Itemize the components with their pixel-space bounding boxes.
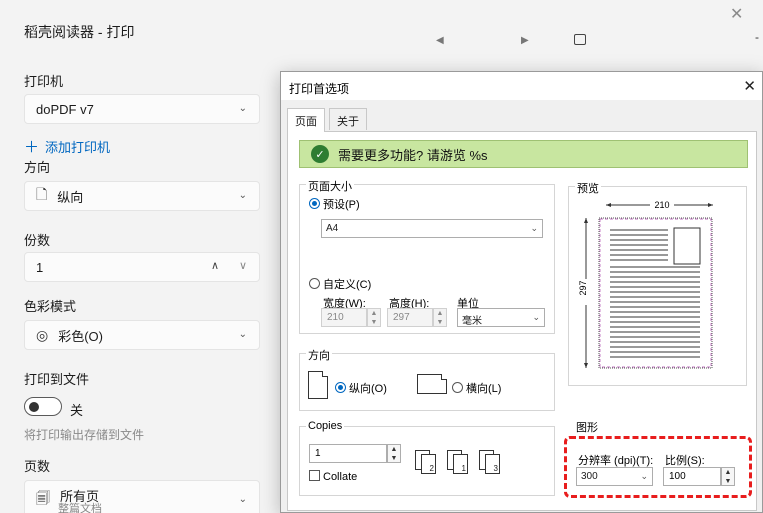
collate-checkbox[interactable]: Collate bbox=[309, 470, 357, 483]
color-mode-select[interactable]: ◎ 彩色(O) ⌄ bbox=[24, 320, 260, 350]
dialog-titlebar: 打印首选项 ✕ bbox=[281, 72, 762, 100]
landscape-label: 横向(L) bbox=[466, 383, 502, 395]
unit-select[interactable]: 毫米 ⌄ bbox=[457, 308, 545, 327]
page-preview: 210 297 bbox=[578, 198, 713, 369]
preview-width-dim: 210 bbox=[654, 200, 669, 210]
preset-select[interactable]: A4 ⌄ bbox=[321, 219, 543, 238]
height-input[interactable]: 297 bbox=[387, 308, 433, 327]
leaf-logo-icon: ✓ bbox=[311, 145, 329, 163]
print-to-file-toggle[interactable] bbox=[24, 397, 62, 416]
orientation-label: 方向 bbox=[24, 160, 51, 175]
copy-page: 1 bbox=[453, 454, 468, 474]
red-dashed-highlight bbox=[564, 436, 752, 498]
page-icon: 🗋 bbox=[36, 186, 48, 202]
collate-label: Collate bbox=[323, 471, 358, 483]
landscape-page-icon bbox=[417, 374, 447, 394]
dialog-title: 打印首选项 bbox=[289, 82, 350, 96]
chevron-down-icon: ⌄ bbox=[532, 312, 540, 322]
orientation-value: 纵向 bbox=[57, 189, 84, 205]
printer-label: 打印机 bbox=[24, 74, 64, 89]
plus-icon: ＋ bbox=[24, 139, 40, 156]
pages-label: 页数 bbox=[24, 459, 51, 474]
print-to-file-hint: 将打印输出存储到文件 bbox=[24, 428, 145, 442]
copies-stepper[interactable]: 1 ∧ ∨ bbox=[24, 252, 260, 282]
toggle-state: 关 bbox=[70, 403, 84, 418]
print-to-file-label: 打印到文件 bbox=[24, 372, 90, 387]
preset-radio[interactable]: 预设(P) bbox=[309, 196, 360, 212]
width-input[interactable]: 210 bbox=[321, 308, 367, 327]
chevron-down-icon: ⌄ bbox=[238, 329, 247, 340]
window-title: 稻壳阅读器 - 打印 bbox=[24, 24, 135, 40]
next-page-icon[interactable]: ▶ bbox=[521, 35, 529, 46]
copies-value: 1 bbox=[36, 259, 44, 275]
orientation-title: 方向 bbox=[306, 347, 332, 363]
printer-select[interactable]: doPDF v7 ⌄ bbox=[24, 94, 260, 124]
custom-label: 自定义(C) bbox=[323, 279, 372, 291]
chevron-up-icon[interactable]: ∧ bbox=[211, 259, 219, 272]
width-spinner[interactable]: ▲ ▼ bbox=[367, 308, 381, 327]
close-icon[interactable]: ✕ bbox=[730, 4, 743, 24]
add-printer-label: 添加打印机 bbox=[45, 140, 111, 155]
banner-text: 需要更多功能? 请游览 %s bbox=[338, 147, 488, 163]
portrait-label: 纵向(O) bbox=[349, 383, 387, 395]
chevron-down-icon: ⌄ bbox=[530, 223, 538, 233]
unit-value: 毫米 bbox=[462, 316, 482, 327]
color-mode-label: 色彩模式 bbox=[24, 299, 77, 314]
chevron-down-icon: ⌄ bbox=[238, 494, 247, 505]
chevron-down-icon[interactable]: ∨ bbox=[239, 259, 247, 272]
orientation-select[interactable]: 🗋 纵向 ⌄ bbox=[24, 181, 260, 211]
portrait-radio[interactable]: 纵向(O) bbox=[335, 380, 387, 396]
tab-page[interactable]: 页面 bbox=[287, 108, 325, 132]
prev-page-icon[interactable]: ◀ bbox=[436, 35, 444, 46]
preset-value: A4 bbox=[326, 223, 339, 234]
graphics-title: 图形 bbox=[574, 419, 600, 435]
copy-page: 2 bbox=[421, 454, 436, 474]
page-size-title: 页面大小 bbox=[306, 178, 354, 194]
preview-height-dim: 297 bbox=[578, 280, 588, 295]
preset-label: 预设(P) bbox=[323, 199, 360, 211]
height-spinner[interactable]: ▲ ▼ bbox=[433, 308, 447, 327]
portrait-page-icon bbox=[308, 371, 328, 399]
upgrade-banner[interactable]: ✓ 需要更多功能? 请游览 %s bbox=[299, 140, 748, 168]
custom-radio[interactable]: 自定义(C) bbox=[309, 276, 371, 292]
print-preferences-dialog: 打印首选项 ✕ 页面 关于 ✓ 需要更多功能? 请游览 %s 页面大小 预设(P… bbox=[280, 71, 763, 513]
close-icon[interactable]: ✕ bbox=[743, 77, 756, 95]
pages-subtext: 整篇文档 bbox=[58, 503, 102, 513]
fit-page-icon[interactable] bbox=[574, 34, 586, 45]
copies-title: Copies bbox=[306, 420, 345, 432]
chevron-down-icon: ⌄ bbox=[238, 190, 247, 201]
document-icon: 🗐 bbox=[36, 490, 50, 506]
printer-value: doPDF v7 bbox=[36, 101, 94, 117]
copies-spinner[interactable]: ▲ ▼ bbox=[387, 444, 401, 463]
truncated-text: - bbox=[755, 30, 759, 44]
color-mode-value: 彩色(O) bbox=[58, 328, 103, 344]
copies-input[interactable]: 1 bbox=[309, 444, 387, 463]
landscape-radio[interactable]: 横向(L) bbox=[452, 380, 501, 396]
add-printer-link[interactable]: ＋ 添加打印机 bbox=[24, 136, 110, 157]
chevron-down-icon: ⌄ bbox=[238, 103, 247, 114]
copies-label: 份数 bbox=[24, 233, 51, 248]
copy-page: 3 bbox=[485, 454, 500, 474]
tab-about[interactable]: 关于 bbox=[329, 108, 367, 130]
palette-icon: ◎ bbox=[36, 326, 49, 343]
